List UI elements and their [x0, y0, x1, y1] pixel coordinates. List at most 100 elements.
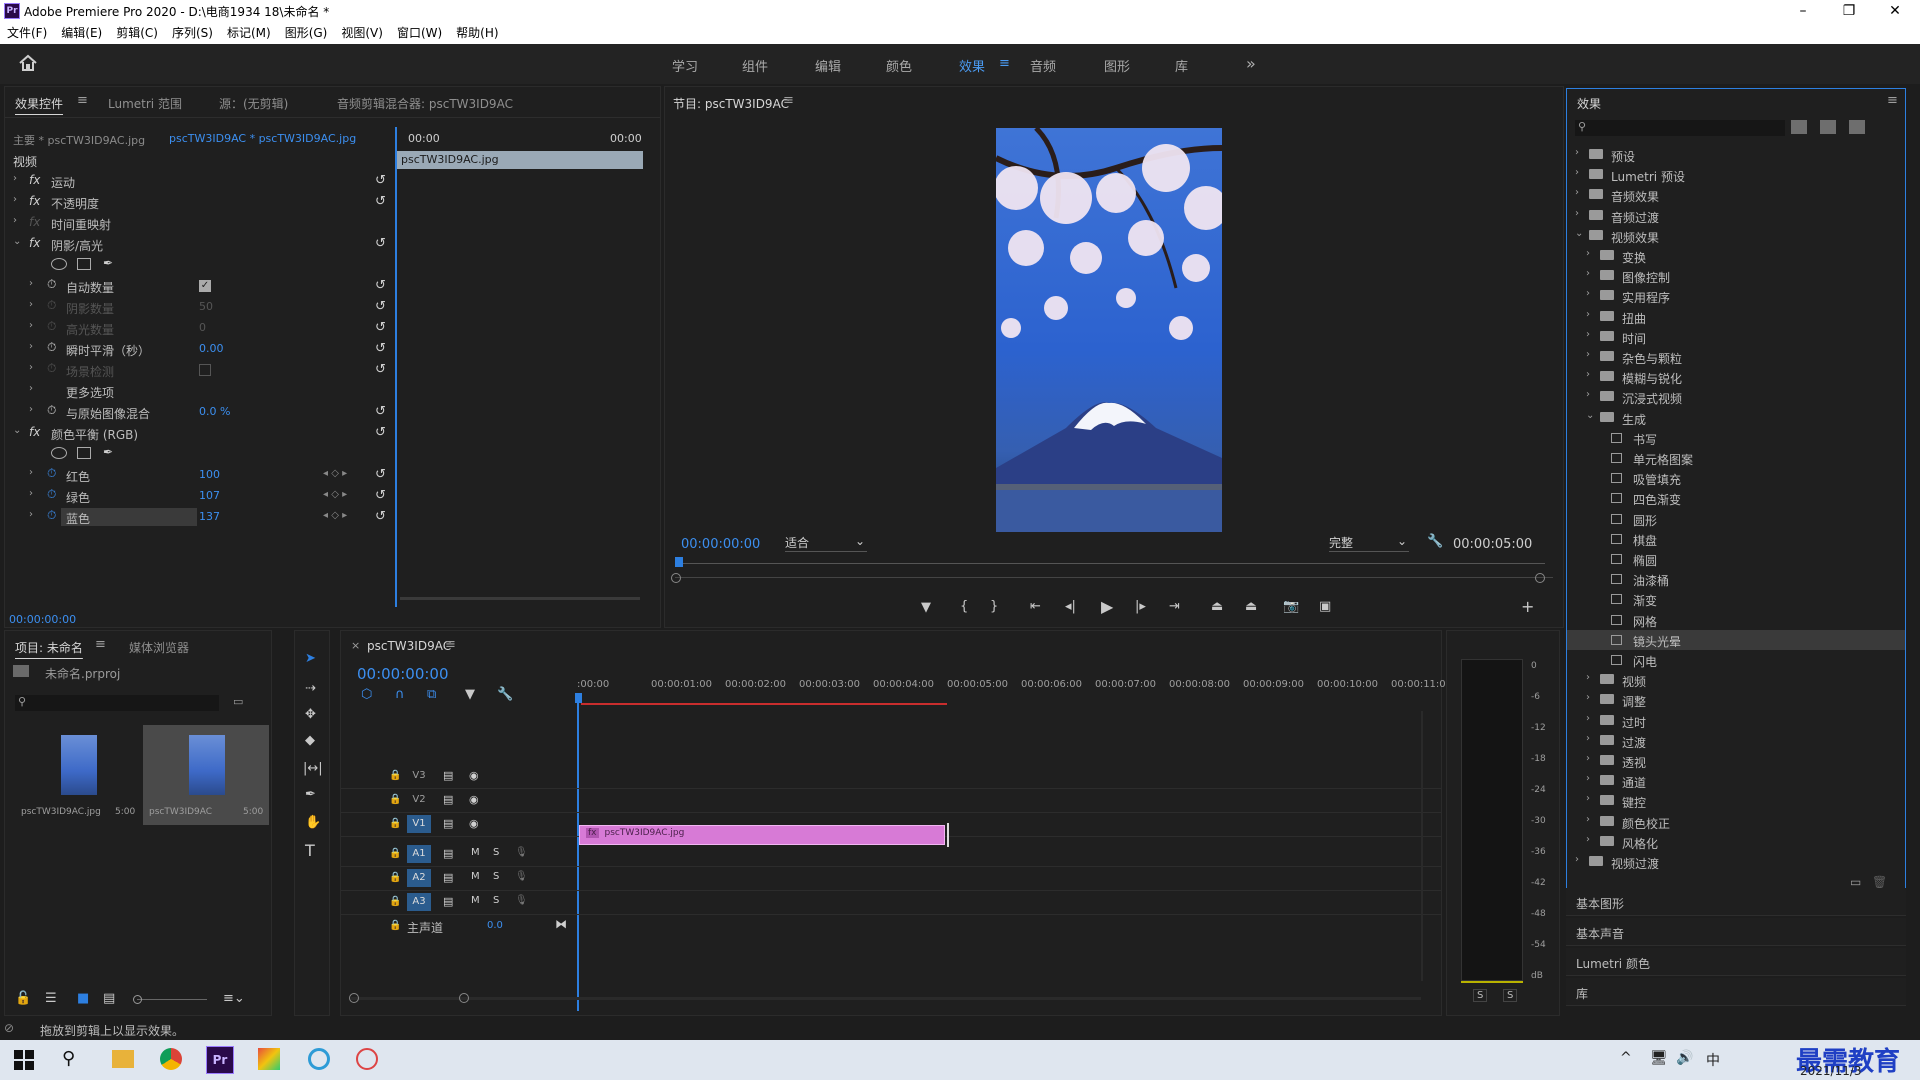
mute-button[interactable]: M: [471, 871, 480, 882]
timeline-vertical-scrollbar[interactable]: [1421, 711, 1423, 981]
work-area-bar[interactable]: [581, 703, 947, 705]
effects-tree-item[interactable]: › 风格化: [1567, 832, 1905, 852]
expand-chevron-icon[interactable]: ⌄: [13, 425, 21, 436]
effects-tree-item[interactable]: › 过渡: [1567, 731, 1905, 751]
zoom-handle-left[interactable]: [671, 573, 681, 583]
project-item[interactable]: pscTW3ID9AC 5:00: [143, 725, 269, 825]
selection-tool-icon[interactable]: ➤: [305, 651, 316, 666]
effects-tree-item[interactable]: › 实用程序: [1567, 286, 1905, 306]
expand-chevron-icon[interactable]: ›: [1575, 854, 1579, 865]
hand-tool-icon[interactable]: ✋: [305, 815, 321, 830]
ec-zoom-scrollbar[interactable]: [400, 597, 640, 600]
stopwatch-icon[interactable]: ⏱: [47, 340, 56, 355]
solo-button[interactable]: S: [493, 895, 499, 906]
expand-chevron-icon[interactable]: ›: [1586, 713, 1590, 724]
video-track[interactable]: 🔒 V2 ▤ ◉: [341, 789, 1441, 813]
program-preview-image[interactable]: [996, 128, 1222, 532]
home-icon[interactable]: [18, 54, 38, 72]
effects-tree-item[interactable]: ⌄ 生成: [1567, 408, 1905, 428]
reset-icon[interactable]: ↺: [375, 425, 389, 440]
effects-tree-item[interactable]: › 音频效果: [1567, 185, 1905, 205]
reset-icon[interactable]: ↺: [375, 299, 389, 314]
workspace-tab-2[interactable]: 编辑: [815, 56, 841, 75]
slip-tool-icon[interactable]: |↔|: [303, 761, 323, 776]
tray-chevron-icon[interactable]: ^: [1620, 1050, 1632, 1066]
track-target[interactable]: V1: [407, 815, 431, 833]
stopwatch-icon[interactable]: ⏱: [47, 403, 56, 418]
zoom-handle-right[interactable]: [1535, 573, 1545, 583]
comparison-view-icon[interactable]: ▣: [1319, 599, 1331, 614]
solo-button[interactable]: S: [493, 847, 499, 858]
reset-icon[interactable]: ↺: [375, 341, 389, 356]
expand-chevron-icon[interactable]: ›: [1586, 268, 1590, 279]
expand-chevron-icon[interactable]: ›: [13, 194, 17, 205]
expand-chevron-icon[interactable]: ›: [29, 341, 33, 352]
playhead-handle[interactable]: [575, 693, 582, 703]
sync-lock-icon[interactable]: ▤: [443, 817, 453, 830]
reset-icon[interactable]: ↺: [375, 278, 389, 293]
maximize-button[interactable]: ❐: [1826, 0, 1872, 22]
effects-tree-item[interactable]: 圆形: [1567, 509, 1905, 529]
audio-track[interactable]: 🔒 A2 ▤ M S 🎙: [341, 867, 1441, 891]
ec-tab-0[interactable]: 效果控件: [15, 95, 63, 112]
accelerated-effects-icon[interactable]: [1791, 120, 1807, 134]
solo-left-button[interactable]: S: [1473, 989, 1488, 1002]
stopwatch-icon[interactable]: ⏱: [47, 298, 56, 313]
eye-icon[interactable]: ◉: [469, 793, 479, 806]
step-forward-icon[interactable]: |▸: [1135, 599, 1146, 614]
extract-icon[interactable]: ⏏: [1245, 599, 1257, 614]
effects-tree-item[interactable]: 书写: [1567, 428, 1905, 448]
expand-chevron-icon[interactable]: ›: [29, 278, 33, 289]
effects-tree-item[interactable]: › 图像控制: [1567, 266, 1905, 286]
reset-icon[interactable]: ↺: [375, 194, 389, 209]
ie-browser-icon[interactable]: [308, 1048, 330, 1070]
effects-tree-item[interactable]: › 时间: [1567, 327, 1905, 347]
ec-row[interactable]: › ⏱ 蓝色 137 ◂ ◇ ▸ ↺: [5, 507, 395, 528]
panel-menu-icon[interactable]: ≡: [783, 93, 794, 108]
effects-tree-item[interactable]: ⌄ 视频效果: [1567, 226, 1905, 246]
eye-icon[interactable]: ◉: [469, 769, 479, 782]
project-item[interactable]: pscTW3ID9AC.jpg 5:00: [15, 725, 141, 825]
icon-view-icon[interactable]: ■: [77, 991, 89, 1006]
expand-chevron-icon[interactable]: ›: [29, 509, 33, 520]
effects-tree-item[interactable]: › Lumetri 预设: [1567, 165, 1905, 185]
effects-tree-item[interactable]: 网格: [1567, 610, 1905, 630]
ec-param-value[interactable]: 0: [199, 321, 206, 334]
settings-wrench-icon[interactable]: 🔧: [1427, 534, 1443, 549]
reset-icon[interactable]: ↺: [375, 404, 389, 419]
fx-toggle-icon[interactable]: fx: [29, 425, 40, 439]
expand-chevron-icon[interactable]: ›: [13, 173, 17, 184]
keyframe-navigator-icon[interactable]: ◂ ◇ ▸: [323, 468, 347, 479]
effects-section-header[interactable]: 基本图形: [1566, 888, 1906, 916]
ec-tab-2[interactable]: 源：(无剪辑): [219, 95, 288, 112]
close-tab-icon[interactable]: ×: [351, 639, 360, 652]
lift-icon[interactable]: ⏏: [1211, 599, 1223, 614]
lock-icon[interactable]: 🔒: [389, 770, 401, 781]
fx-toggle-icon[interactable]: fx: [29, 236, 40, 250]
workspace-tab-1[interactable]: 组件: [742, 56, 768, 75]
timeline-horizontal-scrollbar[interactable]: [351, 997, 1421, 1000]
delete-icon[interactable]: 🗑: [1872, 875, 1887, 889]
panel-menu-icon[interactable]: ≡: [95, 637, 106, 652]
expand-chevron-icon[interactable]: ›: [29, 404, 33, 415]
go-to-in-icon[interactable]: ⇤: [1030, 599, 1041, 614]
menu-item-2[interactable]: 剪辑(C): [109, 22, 165, 44]
effects-tree-item[interactable]: › 变换: [1567, 246, 1905, 266]
checkbox[interactable]: [199, 364, 211, 376]
reset-icon[interactable]: ↺: [375, 509, 389, 524]
track-select-tool-icon[interactable]: ⇢: [305, 681, 316, 696]
expand-chevron-icon[interactable]: ›: [29, 467, 33, 478]
expand-chevron-icon[interactable]: ⌄: [1586, 410, 1594, 421]
step-back-icon[interactable]: ◂|: [1065, 599, 1076, 614]
menu-item-4[interactable]: 标记(M): [220, 22, 278, 44]
ec-row[interactable]: › 更多选项: [5, 381, 395, 402]
effects-tree-item[interactable]: › 预设: [1567, 145, 1905, 165]
track-target[interactable]: A1: [407, 845, 431, 863]
track-target[interactable]: V2: [407, 791, 431, 809]
program-zoom-bar[interactable]: [675, 577, 1553, 578]
stopwatch-icon[interactable]: ⏱: [47, 361, 56, 376]
file-explorer-icon[interactable]: [112, 1050, 134, 1068]
volume-icon[interactable]: 🔊: [1676, 1050, 1693, 1066]
expand-chevron-icon[interactable]: ›: [1586, 248, 1590, 259]
paint-app-icon[interactable]: [258, 1048, 280, 1070]
